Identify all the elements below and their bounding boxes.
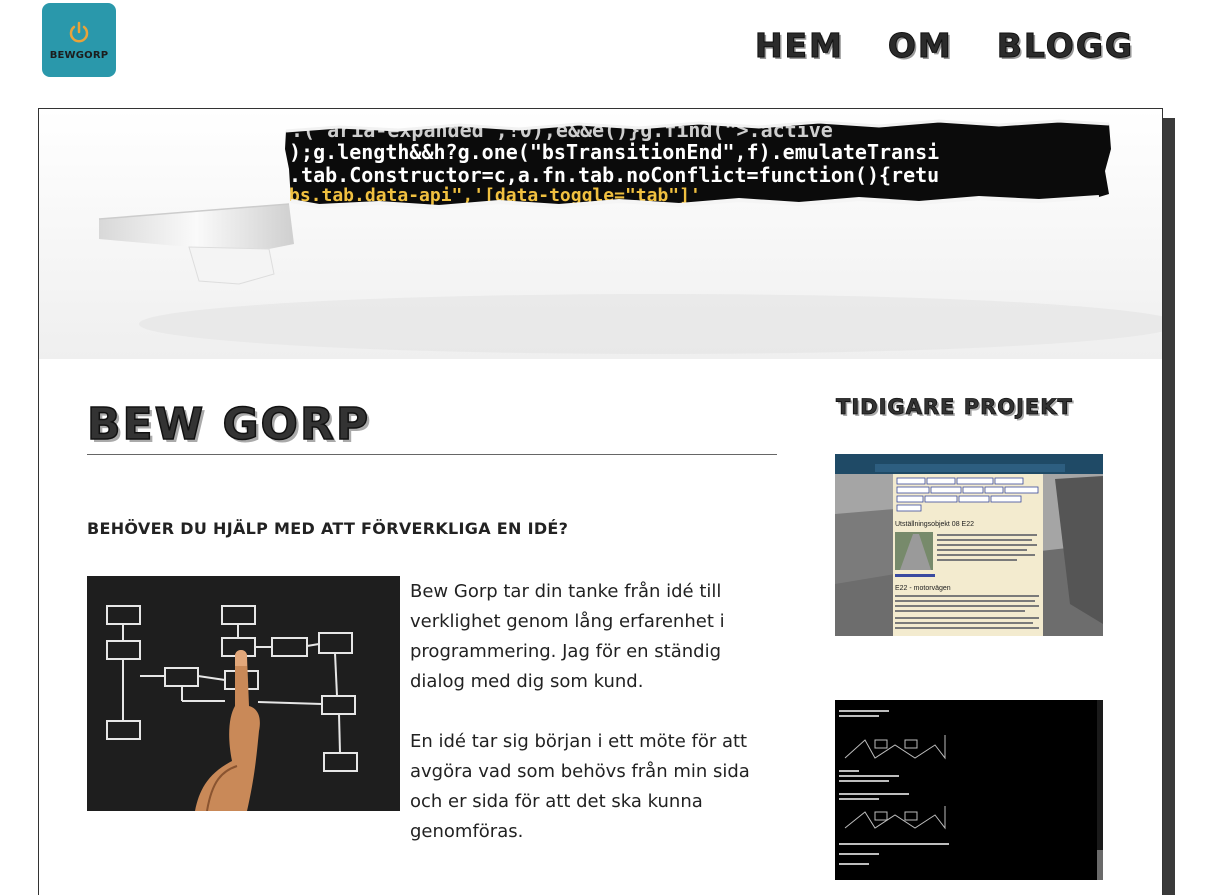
intro-paragraph-2: En idé tar sig början i ett möte för att…: [410, 731, 750, 842]
nav-item-hem[interactable]: HEM: [754, 26, 844, 66]
logo-text: BEWGORP: [49, 49, 109, 61]
project-2-image: [835, 700, 1103, 880]
project-thumbnail-1[interactable]: Utställningsobjekt 08 E22 E22 - motorväg…: [835, 454, 1103, 636]
content-card: .("aria-expanded",!0),e&&e()}g.find(">.a…: [38, 108, 1163, 895]
title-divider: [87, 454, 777, 455]
hero-image: .("aria-expanded",!0),e&&e()}g.find(">.a…: [39, 109, 1162, 359]
flowchart-image: [87, 576, 400, 811]
main-nav: HEM OM BLOGG: [754, 26, 1134, 66]
project-1-subheading: E22 - motorvägen: [895, 585, 951, 592]
power-icon: [69, 21, 89, 42]
project-thumbnail-2[interactable]: [835, 700, 1103, 880]
code-line-1: );g.length&&h?g.one("bsTransitionEnd",f)…: [289, 140, 939, 164]
logo[interactable]: BEWGORP: [42, 3, 116, 77]
intro-text: Bew Gorp tar din tanke från idé till ver…: [410, 577, 770, 877]
nav-item-blogg[interactable]: BLOGG: [996, 26, 1134, 66]
nav-item-om[interactable]: OM: [887, 26, 953, 66]
section-subheading: BEHÖVER DU HJÄLP MED ATT FÖRVERKLIGA EN …: [87, 519, 569, 538]
page-title: BEW GORP: [86, 398, 371, 451]
sidebar-title: TIDIGARE PROJEKT: [836, 395, 1073, 420]
code-line-2: .tab.Constructor=c,a.fn.tab.noConflict=f…: [289, 163, 939, 187]
intro-paragraph-1: Bew Gorp tar din tanke från idé till ver…: [410, 581, 725, 692]
project-1-image: Utställningsobjekt 08 E22 E22 - motorväg…: [835, 454, 1103, 636]
project-1-heading: Utställningsobjekt 08 E22: [895, 521, 974, 528]
